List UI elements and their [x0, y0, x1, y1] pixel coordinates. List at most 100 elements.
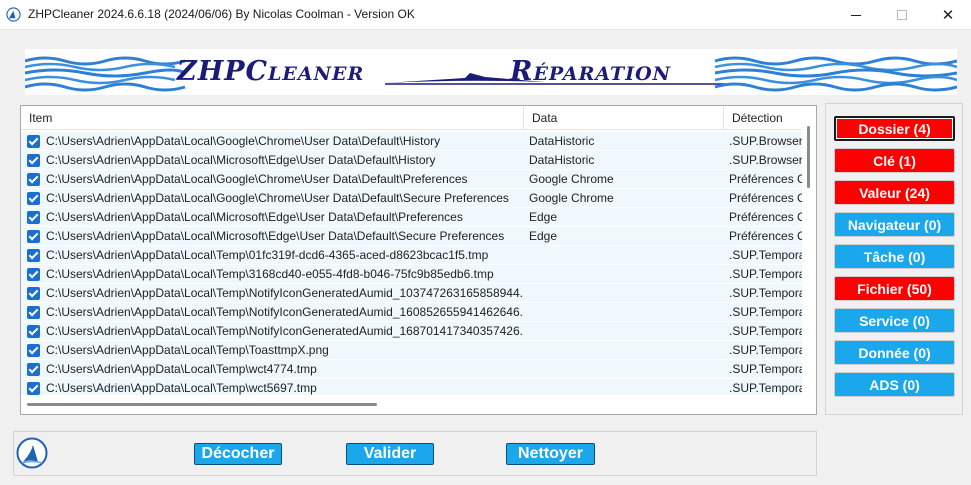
cell-item: C:\Users\Adrien\AppData\Local\Temp\Notif…	[46, 324, 522, 338]
cell-data	[529, 341, 722, 360]
zhpcleaner-app-icon	[6, 7, 21, 22]
minimize-button[interactable]	[833, 0, 879, 30]
table-row[interactable]: C:\Users\Adrien\AppData\Local\Microsoft\…	[21, 208, 802, 227]
clean-button[interactable]: Nettoyer	[506, 443, 595, 465]
cell-detection: .SUP.Temporary	[729, 248, 802, 262]
cell-detection: .SUP.Temporary	[729, 343, 802, 357]
results-list-viewport: Item Data Détection C:\Users\Adrien\AppD…	[21, 106, 802, 395]
table-row[interactable]: C:\Users\Adrien\AppData\Local\Temp\Notif…	[21, 284, 802, 303]
row-checkbox[interactable]	[27, 287, 40, 300]
title-bar: ZHPCleaner 2024.6.6.18 (2024/06/06) By N…	[0, 0, 971, 30]
table-row[interactable]: C:\Users\Adrien\AppData\Local\Temp\Toast…	[21, 341, 802, 360]
banner-title-left: ZHPCleaner	[177, 56, 365, 87]
cell-data: Google Chrome	[529, 172, 614, 186]
cell-detection: .SUP.Temporary	[729, 286, 802, 300]
row-checkbox[interactable]	[27, 382, 40, 395]
uncheck-button[interactable]: Décocher	[194, 443, 282, 465]
cell-data	[529, 246, 722, 265]
table-row[interactable]: C:\Users\Adrien\AppData\Local\Google\Chr…	[21, 170, 802, 189]
cell-detection: .SUP.Temporary	[729, 267, 802, 281]
cell-detection: Préférences Chrome	[729, 191, 802, 205]
cell-item: C:\Users\Adrien\AppData\Local\Temp\01fc3…	[46, 248, 489, 262]
column-header-detection[interactable]: Détection	[724, 106, 802, 130]
cell-detection: .SUP.Temporary	[729, 362, 802, 376]
category-button-fichier[interactable]: Fichier (50)	[834, 276, 955, 301]
cell-detection: Préférences Chrome	[729, 210, 802, 224]
category-button-tache[interactable]: Tâche (0)	[834, 244, 955, 269]
row-checkbox[interactable]	[27, 173, 40, 186]
column-header-item[interactable]: Item	[21, 106, 524, 130]
banner-title-right: Réparation	[510, 56, 672, 87]
vertical-scrollbar-thumb[interactable]	[807, 126, 810, 188]
list-rows: C:\Users\Adrien\AppData\Local\Google\Chr…	[21, 132, 802, 395]
horizontal-scrollbar[interactable]	[21, 395, 816, 414]
cell-detection: .SUP.Temporary	[729, 305, 802, 319]
category-button-ads[interactable]: ADS (0)	[834, 372, 955, 397]
table-row[interactable]: C:\Users\Adrien\AppData\Local\Temp\Notif…	[21, 303, 802, 322]
category-button-cle[interactable]: Clé (1)	[834, 148, 955, 173]
cell-detection: .SUP.BrowserHistory	[729, 153, 802, 167]
row-checkbox[interactable]	[27, 306, 40, 319]
cell-item: C:\Users\Adrien\AppData\Local\Temp\wct47…	[46, 362, 317, 376]
table-row[interactable]: C:\Users\Adrien\AppData\Local\Google\Chr…	[21, 132, 802, 151]
cell-detection: Préférences Chrome	[729, 229, 802, 243]
category-button-valeur[interactable]: Valeur (24)	[834, 180, 955, 205]
cell-data	[529, 303, 722, 322]
cell-detection: .SUP.Temporary	[729, 324, 802, 338]
row-checkbox[interactable]	[27, 249, 40, 262]
cell-detection: .SUP.BrowserHistory	[729, 134, 802, 148]
cell-item: C:\Users\Adrien\AppData\Local\Microsoft\…	[46, 210, 463, 224]
cell-detection: Préférences Chrome	[729, 172, 802, 186]
cell-item: C:\Users\Adrien\AppData\Local\Temp\wct56…	[46, 381, 317, 395]
row-checkbox[interactable]	[27, 154, 40, 167]
cell-data: Edge	[529, 229, 558, 243]
row-checkbox[interactable]	[27, 344, 40, 357]
cell-data	[529, 284, 722, 303]
close-button[interactable]: ✕	[925, 0, 971, 30]
table-row[interactable]: C:\Users\Adrien\AppData\Local\Microsoft\…	[21, 151, 802, 170]
table-row[interactable]: C:\Users\Adrien\AppData\Local\Temp\wct47…	[21, 360, 802, 379]
row-checkbox[interactable]	[27, 230, 40, 243]
table-row[interactable]: C:\Users\Adrien\AppData\Local\Temp\3168c…	[21, 265, 802, 284]
cell-item: C:\Users\Adrien\AppData\Local\Google\Chr…	[46, 191, 509, 205]
close-icon: ✕	[941, 7, 955, 24]
list-column-header: Item Data Détection	[21, 106, 802, 130]
row-checkbox[interactable]	[27, 192, 40, 205]
cell-data	[529, 322, 722, 341]
cell-item: C:\Users\Adrien\AppData\Local\Microsoft\…	[46, 229, 505, 243]
cell-item: C:\Users\Adrien\AppData\Local\Microsoft\…	[46, 153, 436, 167]
table-row[interactable]: C:\Users\Adrien\AppData\Local\Microsoft\…	[21, 227, 802, 246]
category-button-service[interactable]: Service (0)	[834, 308, 955, 333]
cell-data: Google Chrome	[529, 191, 614, 205]
row-checkbox[interactable]	[27, 211, 40, 224]
app-banner: ZHPCleaner Réparation	[25, 49, 957, 95]
table-row[interactable]: C:\Users\Adrien\AppData\Local\Temp\01fc3…	[21, 246, 802, 265]
cell-data	[529, 265, 722, 284]
validate-button[interactable]: Valider	[346, 443, 434, 465]
horizontal-scrollbar-thumb[interactable]	[27, 403, 377, 406]
row-checkbox[interactable]	[27, 268, 40, 281]
row-checkbox[interactable]	[27, 135, 40, 148]
maximize-button	[879, 0, 925, 30]
cell-data: DataHistoric	[529, 153, 595, 167]
column-header-data[interactable]: Data	[524, 106, 724, 130]
category-button-dossier[interactable]: Dossier (4)	[834, 116, 955, 141]
table-row[interactable]: C:\Users\Adrien\AppData\Local\Temp\Notif…	[21, 322, 802, 341]
cell-item: C:\Users\Adrien\AppData\Local\Temp\3168c…	[46, 267, 494, 281]
category-button-donnee[interactable]: Donnée (0)	[834, 340, 955, 365]
results-list[interactable]: Item Data Détection C:\Users\Adrien\AppD…	[20, 105, 817, 415]
table-row[interactable]: C:\Users\Adrien\AppData\Local\Temp\wct56…	[21, 379, 802, 395]
row-checkbox[interactable]	[27, 325, 40, 338]
row-checkbox[interactable]	[27, 363, 40, 376]
table-row[interactable]: C:\Users\Adrien\AppData\Local\Google\Chr…	[21, 189, 802, 208]
sea-waves-graphic	[25, 49, 957, 95]
cell-data: DataHistoric	[529, 134, 595, 148]
vertical-scrollbar[interactable]	[802, 106, 816, 395]
cell-detection: .SUP.Temporary	[729, 381, 802, 395]
cell-item: C:\Users\Adrien\AppData\Local\Temp\Notif…	[46, 286, 522, 300]
window-title: ZHPCleaner 2024.6.6.18 (2024/06/06) By N…	[28, 7, 415, 21]
zhpcleaner-logo-icon	[16, 437, 48, 469]
category-button-navigateur[interactable]: Navigateur (0)	[834, 212, 955, 237]
cell-item: C:\Users\Adrien\AppData\Local\Google\Chr…	[46, 172, 468, 186]
cell-data	[529, 360, 722, 379]
